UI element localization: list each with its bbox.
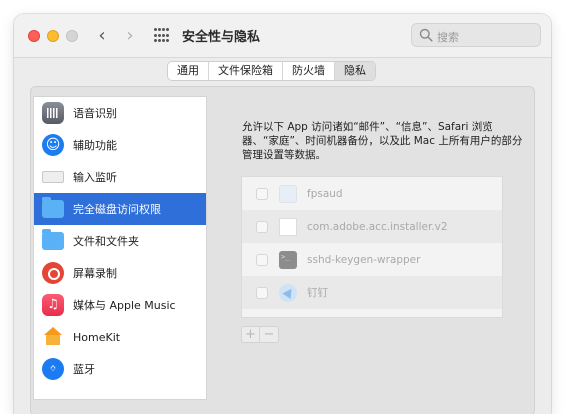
tab-privacy[interactable]: 隐私 bbox=[335, 62, 375, 80]
sidebar-item-label: 蓝牙 bbox=[73, 363, 95, 376]
terminal-icon bbox=[279, 250, 297, 269]
title-bar: ‹ › 安全性与隐私 搜索 bbox=[14, 14, 551, 58]
permission-description: 允许以下 App 访问诸如“邮件”、“信息”、Safari 浏览器、“家庭”、时… bbox=[242, 121, 523, 161]
tab-bar: 通用 文件保险箱 防火墙 隐私 bbox=[167, 61, 376, 81]
sidebar-item-label: 输入监听 bbox=[73, 171, 117, 184]
chevron-right-icon: › bbox=[126, 25, 134, 46]
dingtalk-icon bbox=[279, 283, 297, 302]
app-list: fpsaud com.adobe.acc.installer.v2 sshd-k… bbox=[241, 176, 503, 318]
sidebar-item-label: 语音识别 bbox=[73, 107, 117, 120]
app-checkbox[interactable] bbox=[256, 253, 268, 266]
sidebar-item-label: 文件和文件夹 bbox=[73, 235, 139, 248]
forward-button[interactable]: › bbox=[120, 25, 140, 47]
list-item[interactable]: sshd-keygen-wrapper bbox=[242, 243, 502, 276]
sidebar-item-homekit[interactable]: HomeKit bbox=[34, 321, 206, 353]
sidebar-item-label: 辅助功能 bbox=[73, 139, 117, 152]
sidebar-item-files-and-folders[interactable]: 文件和文件夹 bbox=[34, 225, 206, 257]
sidebar-item-label: HomeKit bbox=[73, 330, 121, 344]
search-placeholder: 搜索 bbox=[437, 31, 459, 44]
document-icon bbox=[279, 217, 297, 236]
sidebar-item-media-apple-music[interactable]: 媒体与 Apple Music bbox=[34, 289, 206, 321]
minimize-button[interactable] bbox=[47, 30, 59, 42]
sidebar-item-label: 完全磁盘访问权限 bbox=[73, 203, 161, 216]
keyboard-icon bbox=[42, 171, 64, 183]
sidebar-item-full-disk-access[interactable]: 完全磁盘访问权限 bbox=[34, 193, 206, 225]
folder-icon bbox=[42, 197, 64, 218]
tab-general[interactable]: 通用 bbox=[168, 62, 209, 80]
add-remove-buttons: + − bbox=[241, 326, 279, 343]
sidebar-item-speech-recognition[interactable]: 语音识别 bbox=[34, 97, 206, 129]
home-icon bbox=[42, 326, 64, 348]
sidebar-item-label: 屏幕录制 bbox=[73, 267, 117, 280]
app-name: fpsaud bbox=[307, 187, 343, 200]
window-title: 安全性与隐私 bbox=[182, 30, 261, 45]
zoom-button[interactable] bbox=[66, 30, 78, 42]
app-name: sshd-keygen-wrapper bbox=[307, 253, 421, 266]
music-icon bbox=[42, 294, 64, 316]
privacy-category-list: 语音识别 辅助功能 输入监听 完全磁盘访问权限 文件和文件夹 屏幕录制 媒体与 … bbox=[33, 96, 207, 400]
close-button[interactable] bbox=[28, 30, 40, 42]
app-checkbox[interactable] bbox=[256, 220, 268, 233]
search-icon bbox=[419, 28, 433, 42]
app-checkbox[interactable] bbox=[256, 187, 268, 200]
sidebar-item-accessibility[interactable]: 辅助功能 bbox=[34, 129, 206, 161]
list-item[interactable]: fpsaud bbox=[242, 177, 502, 210]
show-all-grid-icon[interactable] bbox=[154, 28, 170, 44]
app-checkbox[interactable] bbox=[256, 286, 268, 299]
tab-filevault[interactable]: 文件保险箱 bbox=[209, 62, 283, 80]
sidebar-item-screen-recording[interactable]: 屏幕录制 bbox=[34, 257, 206, 289]
list-item[interactable]: com.adobe.acc.installer.v2 bbox=[242, 210, 502, 243]
folder-icon bbox=[42, 229, 64, 250]
app-name: com.adobe.acc.installer.v2 bbox=[307, 220, 448, 233]
sidebar-item-label: 媒体与 Apple Music bbox=[73, 299, 176, 312]
back-button[interactable]: ‹ bbox=[92, 25, 112, 47]
sidebar-item-input-monitoring[interactable]: 输入监听 bbox=[34, 161, 206, 193]
sidebar-item-bluetooth[interactable]: 蓝牙 bbox=[34, 353, 206, 385]
remove-app-button[interactable]: − bbox=[260, 327, 278, 342]
app-generic-icon bbox=[279, 184, 297, 203]
add-app-button[interactable]: + bbox=[242, 327, 260, 342]
accessibility-icon bbox=[42, 134, 64, 156]
screen-recording-icon bbox=[42, 262, 64, 284]
search-field[interactable]: 搜索 bbox=[411, 23, 541, 47]
list-item[interactable]: 钉钉 bbox=[242, 276, 502, 309]
bluetooth-icon bbox=[42, 358, 64, 380]
voice-recognition-icon bbox=[42, 102, 64, 124]
tab-firewall[interactable]: 防火墙 bbox=[283, 62, 335, 80]
app-name: 钉钉 bbox=[307, 287, 328, 299]
chevron-left-icon: ‹ bbox=[98, 25, 106, 46]
